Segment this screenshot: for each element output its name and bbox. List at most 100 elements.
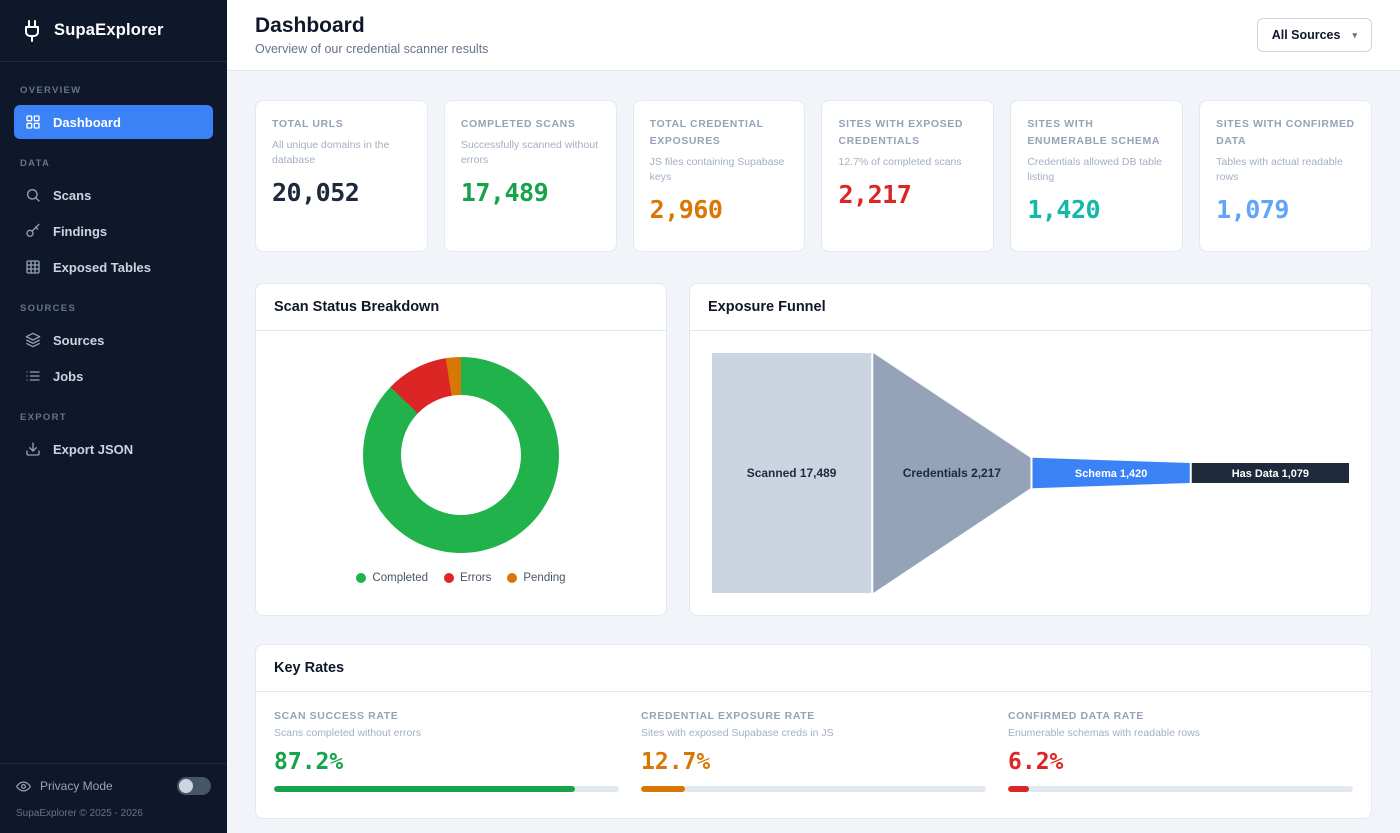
sidebar-item-label: Findings (53, 224, 107, 239)
scan-status-donut-chart (363, 357, 559, 553)
privacy-mode-row: Privacy Mode (16, 777, 211, 795)
page-heading-group: Dashboard Overview of our credential sca… (255, 14, 488, 56)
rate-value: 12.7% (641, 749, 986, 775)
stat-label: Total URLs (272, 116, 411, 133)
rate-column-scan-success-rate: Scan Success Rate Scans completed without… (274, 710, 619, 792)
toggle-knob (179, 779, 193, 793)
scan-status-card: Scan Status Breakdown Completed Errors Pen… (255, 283, 667, 616)
rate-label: Confirmed Data Rate (1008, 710, 1353, 722)
rate-column-credential-exposure-rate: Credential Exposure Rate Sites with expos… (641, 710, 986, 792)
stats-grid: Total URLs All unique domains in the data… (255, 100, 1372, 252)
stat-label: Sites with Confirmed Data (1216, 116, 1355, 150)
source-filter-dropdown[interactable]: All Sources ▾ (1257, 18, 1372, 52)
exposure-funnel-card: Exposure Funnel Scanned 17,489 Credential… (689, 283, 1372, 616)
legend-item-completed: Completed (356, 572, 428, 584)
sidebar-item-dashboard[interactable]: Dashboard (14, 105, 213, 139)
scan-status-card-body: Completed Errors Pending (256, 331, 666, 604)
sidebar-footer: SupaExplorer © 2025 - 2026 (16, 808, 211, 819)
privacy-mode-toggle[interactable] (177, 777, 211, 795)
rate-value: 6.2% (1008, 749, 1353, 775)
table-icon (25, 259, 41, 275)
sidebar-item-label: Jobs (53, 369, 83, 384)
stat-card-sites-with-confirmed-data: Sites with Confirmed Data Tables with act… (1199, 100, 1372, 252)
sidebar-item-sources[interactable]: Sources (14, 323, 213, 357)
stat-card-sites-with-exposed-credentials: Sites with Exposed Credentials12.7% of c… (821, 100, 994, 252)
sidebar-item-findings[interactable]: Findings (14, 214, 213, 248)
legend-item-errors: Errors (444, 572, 491, 584)
sidebar: SupaExplorer Overview Dashboard Data Scans F… (0, 0, 227, 833)
key-rates-card-title: Key Rates (256, 645, 1371, 692)
rate-column-confirmed-data-rate: Confirmed Data Rate Enumerable schemas wi… (1008, 710, 1353, 792)
sidebar-item-label: Dashboard (53, 115, 121, 130)
exposure-funnel-card-title: Exposure Funnel (690, 284, 1371, 331)
rate-label: Scan Success Rate (274, 710, 619, 722)
dashboard-content: Total URLs All unique domains in the data… (227, 71, 1400, 833)
stat-label: Total Credential Exposures (650, 116, 789, 150)
app-title: SupaExplorer (54, 21, 164, 40)
sidebar-item-label: Exposed Tables (53, 260, 151, 275)
stat-description: JS files containing Supabase keys (650, 155, 789, 185)
legend-label: Errors (460, 572, 491, 584)
stat-label: Sites with Enumerable Schema (1027, 116, 1166, 150)
page-subtitle: Overview of our credential scanner resul… (255, 42, 488, 56)
sidebar-bottom: Privacy Mode SupaExplorer © 2025 - 2026 (0, 763, 227, 833)
sidebar-item-export-json[interactable]: Export JSON (14, 432, 213, 466)
main-area: Dashboard Overview of our credential sca… (227, 0, 1400, 833)
rate-progress-fill (274, 786, 575, 792)
funnel-stage-label: Credentials 2,217 (903, 466, 1002, 480)
stat-value: 1,420 (1027, 195, 1166, 224)
stat-value: 20,052 (272, 178, 411, 207)
key-rates-card: Key Rates Scan Success Rate Scans complet… (255, 644, 1372, 819)
rate-description: Enumerable schemas with readable rows (1008, 727, 1353, 739)
rate-description: Sites with exposed Supabase creds in JS (641, 727, 986, 739)
chevron-down-icon: ▾ (1352, 30, 1357, 41)
key-rates-grid: Scan Success Rate Scans completed without… (256, 692, 1371, 818)
stat-card-total-urls: Total URLs All unique domains in the data… (255, 100, 428, 252)
nav-section-label-data: Data (20, 158, 207, 169)
stat-label: Completed Scans (461, 116, 600, 133)
funnel-stage-label: Schema 1,420 (1075, 468, 1147, 480)
legend-label: Pending (523, 572, 565, 584)
sidebar-item-jobs[interactable]: Jobs (14, 359, 213, 393)
plug-icon (20, 19, 44, 43)
app-logo: SupaExplorer (0, 0, 227, 62)
funnel-stage-label: Scanned 17,489 (747, 466, 837, 480)
stat-card-sites-with-enumerable-schema: Sites with Enumerable SchemaCredentials … (1010, 100, 1183, 252)
scan-status-card-title: Scan Status Breakdown (256, 284, 666, 331)
rate-description: Scans completed without errors (274, 727, 619, 739)
rate-progress-fill (641, 786, 685, 792)
stat-description: Tables with actual readable rows (1216, 155, 1355, 185)
legend-dot-icon (507, 573, 517, 583)
dashboard-icon (25, 114, 41, 130)
legend-label: Completed (372, 572, 428, 584)
stat-value: 2,960 (650, 195, 789, 224)
donut-legend: Completed Errors Pending (356, 572, 565, 584)
search-icon (25, 187, 41, 203)
nav-section-label-overview: Overview (20, 85, 207, 96)
stat-description: All unique domains in the database (272, 138, 411, 168)
stat-card-completed-scans: Completed Scans Successfully scanned with… (444, 100, 617, 252)
page-title: Dashboard (255, 14, 488, 38)
exposure-funnel-card-body: Scanned 17,489 Credentials 2,217 Schema 1,… (690, 331, 1371, 615)
rate-progress-fill (1008, 786, 1029, 792)
rate-label: Credential Exposure Rate (641, 710, 986, 722)
source-filter-value: All Sources (1272, 28, 1341, 42)
layers-icon (25, 332, 41, 348)
privacy-mode-label: Privacy Mode (40, 779, 113, 793)
rate-progress-track (641, 786, 986, 792)
nav-section-label-sources: Sources (20, 303, 207, 314)
stat-value: 1,079 (1216, 195, 1355, 224)
stat-value: 17,489 (461, 178, 600, 207)
legend-item-pending: Pending (507, 572, 565, 584)
funnel-stage-label: Has Data 1,079 (1232, 468, 1309, 480)
stat-description: Successfully scanned without errors (461, 138, 600, 168)
nav-section-label-export: Export (20, 412, 207, 423)
rate-progress-track (274, 786, 619, 792)
app-root: SupaExplorer Overview Dashboard Data Scans F… (0, 0, 1400, 833)
sidebar-item-label: Sources (53, 333, 104, 348)
sidebar-item-scans[interactable]: Scans (14, 178, 213, 212)
sidebar-item-label: Export JSON (53, 442, 133, 457)
sidebar-item-label: Scans (53, 188, 91, 203)
sidebar-item-exposed-tables[interactable]: Exposed Tables (14, 250, 213, 284)
legend-dot-icon (356, 573, 366, 583)
